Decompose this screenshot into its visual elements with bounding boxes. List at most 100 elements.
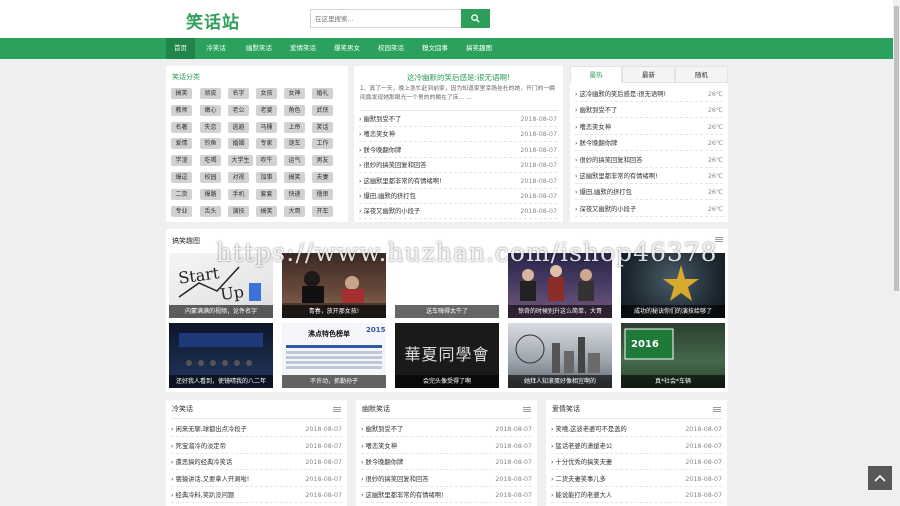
list-icon[interactable] — [523, 407, 531, 413]
category-tag[interactable]: 婚姻 — [228, 138, 249, 150]
category-tag[interactable]: 工作 — [312, 138, 333, 150]
gallery-card[interactable]: 她拜人知滚蛋好像相宜啊的 — [508, 323, 612, 388]
item-title[interactable]: › 这幽默里都非常的有情绪啊! — [359, 174, 442, 189]
item-title[interactable]: › 十分优秀的搞笑夫妻 — [551, 455, 612, 470]
rank-item[interactable]: › 朕今晚翻你牌 26℃ — [575, 136, 723, 152]
featured-title[interactable]: 这冷幽默的笑后感是:很无语啊! — [354, 72, 563, 83]
category-tag[interactable]: 钓鱼 — [200, 138, 221, 150]
category-tag[interactable]: 专家 — [256, 138, 277, 150]
category-tag[interactable]: 大哥 — [284, 205, 305, 217]
category-tag[interactable]: 快递 — [284, 188, 305, 200]
back-to-top-button[interactable] — [868, 466, 892, 490]
column-item[interactable]: › 这幽默里都非常的有情绪啊! 2018-08-07 — [361, 488, 532, 503]
item-title[interactable]: › 朕今晚翻你牌 — [361, 455, 403, 470]
category-tag[interactable]: 爱情 — [171, 138, 192, 150]
category-tag[interactable]: 失恋 — [200, 121, 221, 133]
column-item[interactable]: › 遭恶搞的经典冷笑话 2018-08-07 — [171, 455, 342, 470]
column-item[interactable]: › 二货夫妻笑事儿多 2018-08-07 — [551, 472, 722, 487]
item-title[interactable]: › 这幽默里都非常的有情绪啊! — [575, 169, 658, 184]
list-icon[interactable] — [333, 407, 341, 413]
item-title[interactable]: › 猥猿讲话,又要拿人开涮啦! — [171, 472, 249, 487]
category-tag[interactable]: 专业 — [171, 205, 192, 217]
search-input[interactable] — [310, 9, 462, 28]
item-title[interactable]: › 爆田,幽默的挤打包 — [575, 185, 632, 200]
category-tag[interactable]: 夫妻 — [312, 172, 333, 183]
column-item[interactable]: › 死宝溜冷的淡定帝 2018-08-07 — [171, 439, 342, 454]
category-tag[interactable]: 大学生 — [228, 155, 253, 167]
category-tag[interactable]: 笑话 — [312, 121, 333, 133]
nav-item-awkward-stories[interactable]: 糗文囧事 — [416, 38, 454, 59]
rank-item[interactable]: › 很妙的搞笑回复和回答 26℃ — [575, 153, 723, 168]
category-tag[interactable]: 马桶 — [256, 121, 277, 133]
column-item[interactable]: › 幽默到受不了 2018-08-07 — [361, 422, 532, 437]
category-tag[interactable]: 爆路 — [200, 188, 221, 200]
search-button[interactable] — [461, 9, 490, 28]
column-item[interactable]: › 经典冷料,笑趴没问题 2018-08-07 — [171, 488, 342, 503]
item-title[interactable]: › 朕今晚翻你牌 — [575, 136, 617, 151]
column-item[interactable]: › 能说能打的老婆大人 2018-08-07 — [551, 488, 722, 503]
category-tag[interactable]: 角色 — [284, 104, 305, 116]
category-tag[interactable]: 吃喝 — [200, 155, 221, 167]
item-title[interactable]: › 遭恶搞的经典冷笑话 — [171, 455, 232, 470]
scroll-thumb[interactable] — [894, 6, 899, 291]
item-title[interactable]: › 嗜恋笑女神 — [575, 120, 611, 135]
category-tag[interactable]: 校园 — [200, 172, 221, 183]
category-tag[interactable]: 舌头 — [200, 205, 221, 217]
item-title[interactable]: › 幽默到受不了 — [575, 103, 617, 118]
category-tag[interactable]: 加事 — [256, 172, 277, 183]
category-tag[interactable]: 逃避 — [228, 121, 249, 133]
nav-item-humor-jokes[interactable]: 幽默笑话 — [240, 38, 278, 59]
category-tag[interactable]: 爆逗 — [171, 172, 192, 183]
item-title[interactable]: › 笑嘻,这波老婆可不是盖的 — [551, 422, 627, 437]
category-tag[interactable]: 演技 — [228, 205, 249, 217]
item-title[interactable]: › 这冷幽默的笑后感是:很无语啊! — [575, 87, 666, 102]
rank-item[interactable]: › 嗜恋笑女神 26℃ — [575, 120, 723, 135]
page-scrollbar[interactable] — [893, 0, 900, 506]
tab-latest[interactable]: 最新 — [622, 66, 675, 83]
category-tag[interactable]: 武侠 — [312, 104, 333, 116]
category-tag[interactable]: 套套 — [256, 188, 277, 200]
column-item[interactable]: › 笑嘻,这波老婆可不是盖的 2018-08-07 — [551, 422, 722, 437]
nav-item-funny-couples[interactable]: 爆笑男女 — [328, 38, 366, 59]
featured-item[interactable]: › 这幽默里都非常的有情绪啊! 2018-08-07 — [359, 174, 557, 189]
rank-item[interactable]: › 幽默到受不了 26℃ — [575, 103, 723, 119]
item-title[interactable]: › 朕今晚翻你牌 — [359, 143, 401, 158]
category-tag[interactable]: 吹牛 — [256, 155, 277, 167]
nav-item-love-jokes[interactable]: 爱情笑话 — [284, 38, 322, 59]
item-title[interactable]: › 嗜恋笑女神 — [361, 439, 397, 454]
nav-item-home[interactable]: 首页 — [166, 38, 195, 59]
category-tag[interactable]: 名字 — [228, 88, 249, 99]
column-item[interactable]: › 猛话老婆的潇援老公 2018-08-07 — [551, 439, 722, 454]
category-tag[interactable]: 顽皮 — [200, 88, 221, 99]
item-title[interactable]: › 嗜恋笑女神 — [359, 127, 395, 142]
featured-item[interactable]: › 幽默到受不了 2018-08-07 — [359, 112, 557, 127]
category-tag[interactable]: 搞笑 — [284, 172, 305, 183]
category-tag[interactable]: 婚礼 — [312, 88, 333, 99]
item-title[interactable]: › 很妙的搞笑回复和回答 — [575, 153, 643, 168]
gallery-card[interactable]: 華夏同學會 会完头像受得了啊 — [395, 323, 499, 388]
category-tag[interactable]: 嫩心 — [200, 104, 221, 116]
category-tag[interactable]: 女神 — [284, 88, 305, 99]
category-tag[interactable]: 撸串 — [312, 188, 333, 200]
nav-item-campus-jokes[interactable]: 校园笑话 — [372, 38, 410, 59]
featured-item[interactable]: › 爆田,幽默的挤打包 2018-08-07 — [359, 189, 557, 204]
item-title[interactable]: › 很妙的搞笑回复和回答 — [361, 472, 429, 487]
item-title[interactable]: › 这幽默里都非常的有情绪啊! — [361, 488, 444, 503]
rank-item[interactable]: › 这幽默里都非常的有情绪啊! 26℃ — [575, 169, 723, 184]
category-tag[interactable]: 手机 — [228, 188, 249, 200]
nav-item-cold-jokes[interactable]: 冷笑话 — [199, 38, 233, 59]
category-tag[interactable]: 上帝 — [284, 121, 305, 133]
column-item[interactable]: › 很妙的搞笑回复和回答 2018-08-07 — [361, 472, 532, 487]
featured-item[interactable]: › 朕今晚翻你牌 2018-08-07 — [359, 143, 557, 158]
rank-item[interactable]: › 这冷幽默的笑后感是:很无语啊! 26℃ — [575, 87, 723, 102]
gallery-card[interactable]: 还好我人看到，使镜晴我的八二年 — [169, 323, 273, 388]
category-tag[interactable]: 老公 — [228, 104, 249, 116]
rank-item[interactable]: › 深夜又幽默的小段子 26℃ — [575, 202, 723, 217]
column-item[interactable]: › 猥猿讲话,又要拿人开涮啦! 2018-08-07 — [171, 472, 342, 487]
item-title[interactable]: › 爆田,幽默的挤打包 — [359, 189, 416, 204]
tab-hot[interactable]: 最热 — [570, 66, 622, 83]
category-tag[interactable]: 搞笑 — [171, 88, 192, 99]
gallery-card[interactable]: 2016 真*社会*车辆 — [621, 323, 725, 388]
item-title[interactable]: › 猛话老婆的潇援老公 — [551, 439, 612, 454]
category-tag[interactable]: 教师 — [171, 104, 192, 116]
